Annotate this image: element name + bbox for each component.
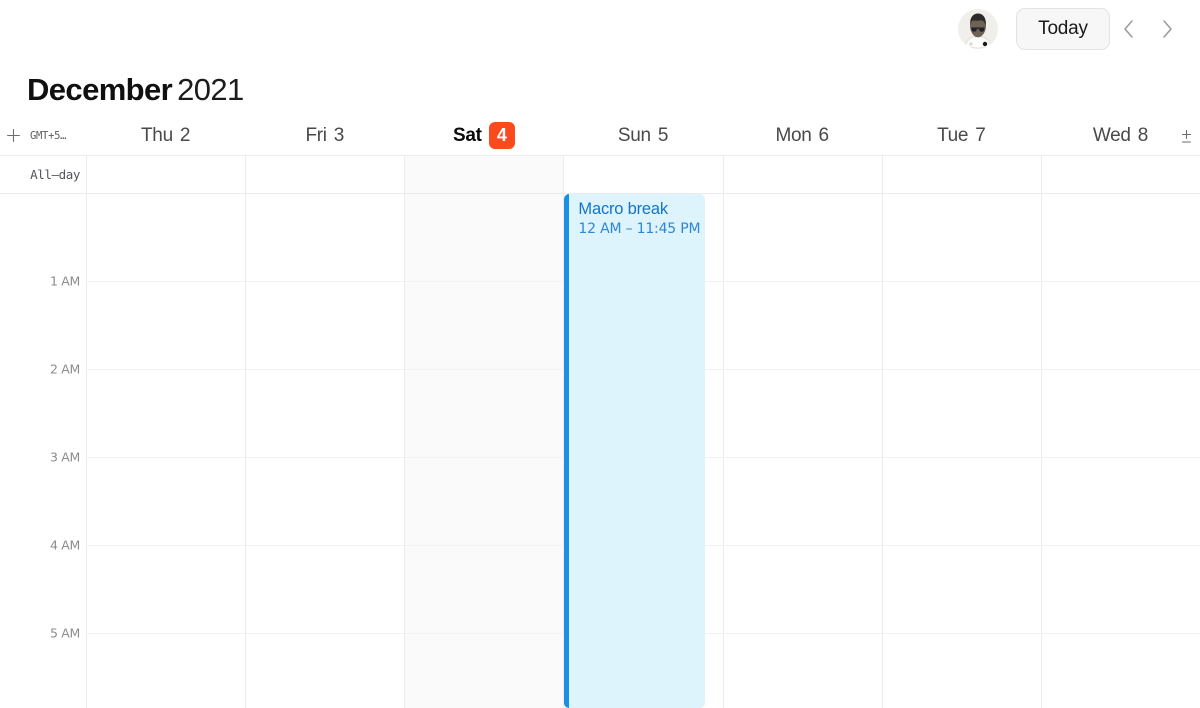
- day-column-wed-8[interactable]: [1041, 194, 1200, 708]
- day-column-mon-6[interactable]: [723, 194, 882, 708]
- day-column-thu-2[interactable]: [86, 194, 245, 708]
- all-day-cell-thu-2[interactable]: [86, 156, 245, 193]
- day-column-tue-7[interactable]: [882, 194, 1041, 708]
- all-day-cell-tue-7[interactable]: [882, 156, 1041, 193]
- day-header-number: 5: [658, 125, 668, 147]
- day-header-name: Mon: [775, 125, 811, 147]
- next-week-button[interactable]: [1148, 8, 1186, 50]
- top-bar: Today: [0, 0, 1200, 60]
- all-day-cell-sat-4[interactable]: [404, 156, 563, 193]
- all-day-label: All–day: [0, 156, 86, 193]
- calendar-app: Today December2021 GMT+5…: [0, 0, 1200, 708]
- day-header-number: 8: [1138, 125, 1148, 147]
- timezone-label[interactable]: GMT+5…: [30, 130, 66, 142]
- day-header-number: 2: [180, 125, 190, 147]
- day-header-name: Thu: [141, 125, 173, 147]
- day-header-name: Sat: [453, 125, 482, 147]
- day-header-wed-8[interactable]: Wed 8: [1041, 115, 1200, 156]
- day-header-sat-4[interactable]: Sat 4: [404, 115, 563, 156]
- timezone-cell: GMT+5…: [0, 115, 86, 156]
- title-month: December: [27, 72, 172, 107]
- add-calendar-icon[interactable]: [5, 128, 21, 144]
- day-header-name: Wed: [1093, 125, 1131, 147]
- plus-minus-icon[interactable]: [1178, 128, 1196, 146]
- avatar[interactable]: [958, 9, 998, 49]
- all-day-cell-wed-8[interactable]: [1041, 156, 1200, 193]
- day-column-fri-3[interactable]: [245, 194, 404, 708]
- all-day-row: All–day: [0, 156, 1200, 194]
- hour-label: 3 AM: [0, 450, 80, 465]
- all-day-cell-fri-3[interactable]: [245, 156, 404, 193]
- day-header-name: Tue: [937, 125, 968, 147]
- day-header-fri-3[interactable]: Fri 3: [245, 115, 404, 156]
- day-header-tue-7[interactable]: Tue 7: [882, 115, 1041, 156]
- hour-label: 5 AM: [0, 626, 80, 641]
- day-header-sun-5[interactable]: Sun 5: [563, 115, 722, 156]
- previous-week-button[interactable]: [1110, 8, 1148, 50]
- top-bar-actions: Today: [958, 8, 1186, 50]
- day-header-number: 7: [975, 125, 985, 147]
- event-title: Macro break: [578, 199, 704, 220]
- day-header-thu-2[interactable]: Thu 2: [86, 115, 245, 156]
- day-column-sat-4[interactable]: [404, 194, 563, 708]
- all-day-cell-mon-6[interactable]: [723, 156, 882, 193]
- day-header-row: GMT+5… Thu 2 Fri 3 Sat 4 Sun 5 Mon 6 Tue 7 Wed 8: [0, 115, 1200, 156]
- day-header-mon-6[interactable]: Mon 6: [723, 115, 882, 156]
- day-header-name: Sun: [618, 125, 651, 147]
- all-day-cells: [86, 156, 1200, 193]
- event-time: 12 AM – 11:45 PM: [578, 220, 704, 239]
- day-header-number: 3: [334, 125, 344, 147]
- time-grid: 1 AM 2 AM 3 AM 4 AM 5 AM Macro break12 AM – …: [0, 194, 1200, 708]
- hour-label: 1 AM: [0, 274, 80, 289]
- today-button[interactable]: Today: [1016, 8, 1110, 50]
- day-header-name: Fri: [305, 125, 326, 147]
- calendar-event[interactable]: Macro break12 AM – 11:45 PM: [564, 194, 704, 708]
- day-columns-header: Thu 2 Fri 3 Sat 4 Sun 5 Mon 6 Tue 7 Wed 8: [86, 115, 1200, 156]
- all-day-cell-sun-5[interactable]: [563, 156, 722, 193]
- hour-label: 4 AM: [0, 538, 80, 553]
- hour-gutter: 1 AM 2 AM 3 AM 4 AM 5 AM: [0, 194, 86, 708]
- day-header-number: 6: [819, 125, 829, 147]
- page-title: December2021: [27, 70, 244, 110]
- hour-label: 2 AM: [0, 362, 80, 377]
- today-date-badge: 4: [489, 122, 515, 149]
- title-year: 2021: [177, 72, 244, 107]
